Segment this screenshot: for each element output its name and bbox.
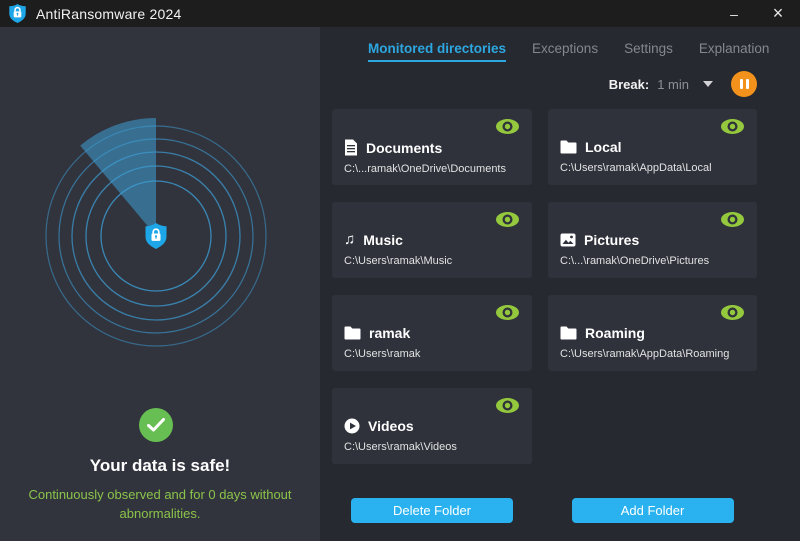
directory-name: ramak: [369, 325, 411, 341]
directory-name: Documents: [366, 139, 443, 156]
tab-monitored-directories[interactable]: Monitored directories: [368, 41, 507, 62]
directories-panel: Monitored directories Exceptions Setting…: [320, 27, 800, 541]
directory-path: C:\...ramak\OneDrive\Documents: [344, 163, 506, 175]
window-title: AntiRansomware 2024: [36, 5, 182, 22]
eye-monitoring-icon[interactable]: [720, 118, 745, 135]
directory-name: Pictures: [584, 232, 640, 248]
directory-name: Videos: [368, 418, 414, 434]
folder-icon: [560, 140, 577, 154]
directory-card-music[interactable]: ♫ Music C:\Users\ramak\Music: [332, 202, 532, 278]
footer-actions: Delete Folder Add Folder: [332, 498, 757, 523]
tab-explanation[interactable]: Explanation: [699, 41, 770, 62]
music-note-icon: ♫: [344, 231, 356, 248]
tab-settings[interactable]: Settings: [624, 41, 673, 62]
break-label: Break:: [608, 76, 650, 92]
app-shield-lock-icon: [9, 4, 26, 23]
directory-path: C:\...\ramak\OneDrive\Pictures: [560, 255, 710, 267]
status-panel: Your data is safe! Continuously observed…: [0, 27, 320, 541]
shield-lock-icon: [145, 223, 167, 249]
eye-monitoring-icon[interactable]: [495, 211, 520, 228]
directory-path: C:\Users\ramak\Videos: [344, 441, 457, 453]
monitored-directories-grid: Documents C:\...ramak\OneDrive\Documents: [332, 109, 757, 464]
minimize-button[interactable]: –: [712, 0, 756, 27]
directory-name: Roaming: [585, 325, 645, 341]
close-button[interactable]: ×: [756, 0, 800, 27]
break-controls: Break: 1 min: [332, 71, 757, 97]
eye-monitoring-icon[interactable]: [495, 304, 520, 321]
directory-card-pictures[interactable]: Pictures C:\...\ramak\OneDrive\Pictures: [548, 202, 757, 278]
directory-card-roaming[interactable]: Roaming C:\Users\ramak\AppData\Roaming: [548, 295, 757, 371]
document-icon: [345, 139, 357, 156]
eye-monitoring-icon[interactable]: [720, 304, 745, 321]
add-folder-button[interactable]: Add Folder: [571, 498, 734, 523]
directory-card-ramak[interactable]: ramak C:\Users\ramak: [332, 295, 532, 371]
tab-exceptions[interactable]: Exceptions: [532, 41, 598, 62]
eye-monitoring-icon[interactable]: [495, 397, 520, 414]
directory-path: C:\Users\ramak\Music: [344, 255, 453, 267]
window-controls: – ×: [712, 0, 800, 27]
tab-bar: Monitored directories Exceptions Setting…: [368, 41, 800, 62]
video-play-icon: [344, 418, 360, 434]
break-duration-value[interactable]: 1 min: [657, 77, 689, 92]
pause-icon: [739, 79, 743, 89]
directory-name: Music: [363, 232, 403, 248]
eye-monitoring-icon[interactable]: [495, 118, 520, 135]
directory-card-documents[interactable]: Documents C:\...ramak\OneDrive\Documents: [332, 109, 532, 185]
folder-icon: [344, 326, 361, 340]
folder-icon: [560, 326, 577, 340]
eye-monitoring-icon[interactable]: [720, 211, 745, 228]
directory-path: C:\Users\ramak\AppData\Roaming: [560, 348, 730, 360]
pause-button[interactable]: [731, 71, 757, 97]
titlebar: AntiRansomware 2024 – ×: [0, 0, 800, 27]
directory-path: C:\Users\ramak: [344, 348, 421, 360]
status-subtext: Continuously observed and for 0 days wit…: [28, 487, 292, 521]
directory-name: Local: [585, 139, 622, 155]
directory-card-local[interactable]: Local C:\Users\ramak\AppData\Local: [548, 109, 757, 185]
radar-sweep-wedge: [80, 118, 156, 236]
delete-folder-button[interactable]: Delete Folder: [351, 498, 513, 523]
picture-icon: [560, 233, 576, 247]
directory-card-videos[interactable]: Videos C:\Users\ramak\Videos: [332, 388, 532, 464]
chevron-down-icon[interactable]: [703, 81, 713, 87]
directory-path: C:\Users\ramak\AppData\Local: [560, 162, 712, 174]
check-circle-icon: [139, 408, 173, 442]
status-headline: Your data is safe!: [89, 456, 231, 475]
app-window: AntiRansomware 2024 – × Your data is saf…: [0, 0, 800, 541]
main-content: Your data is safe! Continuously observed…: [0, 27, 800, 541]
